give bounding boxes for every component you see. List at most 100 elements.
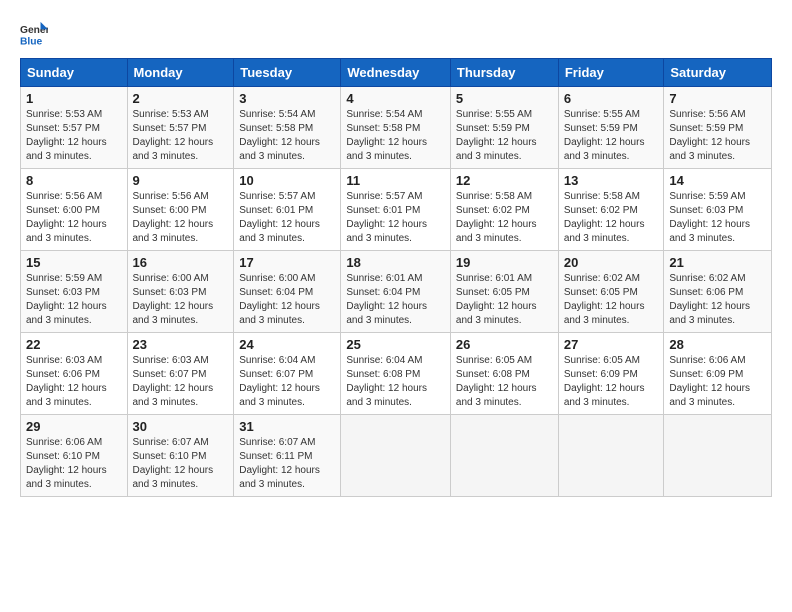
calendar-cell: 26Sunrise: 6:05 AM Sunset: 6:08 PM Dayli… [450, 333, 558, 415]
day-info: Sunrise: 6:01 AM Sunset: 6:05 PM Dayligh… [456, 272, 553, 328]
day-info: Sunrise: 5:59 AM Sunset: 6:03 PM Dayligh… [669, 190, 766, 246]
day-number: 19 [456, 255, 553, 270]
col-wednesday: Wednesday [341, 59, 451, 87]
calendar-cell: 20 Sunrise: 6:02 AM Sunset: 6:05 PM Dayli… [558, 251, 664, 333]
day-number: 25 [346, 337, 445, 352]
day-number: 17 [239, 255, 335, 270]
calendar-week-row: 1 Sunrise: 5:53 AM Sunset: 5:57 PM Daylig… [21, 87, 772, 169]
col-friday: Friday [558, 59, 664, 87]
day-number: 18 [346, 255, 445, 270]
day-number: 12 [456, 173, 553, 188]
day-number: 15 [26, 255, 122, 270]
day-info: Sunrise: 6:00 AM Sunset: 6:04 PM Dayligh… [239, 272, 335, 328]
calendar-cell: 30 Sunrise: 6:07 AM Sunset: 6:10 PM Dayli… [127, 415, 234, 497]
day-info: Sunrise: 5:54 AM Sunset: 5:58 PM Dayligh… [239, 108, 335, 164]
calendar-cell: 25 Sunrise: 6:04 AM Sunset: 6:08 PM Dayli… [341, 333, 451, 415]
day-info: Sunrise: 5:56 AM Sunset: 6:00 PM Dayligh… [133, 190, 229, 246]
calendar-cell: 9Sunrise: 5:56 AM Sunset: 6:00 PM Daylig… [127, 169, 234, 251]
calendar-week-row: 15 Sunrise: 5:59 AM Sunset: 6:03 PM Dayli… [21, 251, 772, 333]
calendar-cell: 4Sunrise: 5:54 AM Sunset: 5:58 PM Daylig… [341, 87, 451, 169]
svg-text:Blue: Blue [20, 36, 43, 47]
day-number: 23 [133, 337, 229, 352]
calendar-cell: 16 Sunrise: 6:00 AM Sunset: 6:03 PM Dayli… [127, 251, 234, 333]
calendar-cell: 13 Sunrise: 5:58 AM Sunset: 6:02 PM Dayli… [558, 169, 664, 251]
logo-icon: General Blue [20, 20, 48, 48]
calendar-cell: 17 Sunrise: 6:00 AM Sunset: 6:04 PM Dayli… [234, 251, 341, 333]
day-info: Sunrise: 6:03 AM Sunset: 6:07 PM Dayligh… [133, 354, 229, 410]
col-tuesday: Tuesday [234, 59, 341, 87]
day-info: Sunrise: 5:56 AM Sunset: 6:00 PM Dayligh… [26, 190, 122, 246]
day-number: 16 [133, 255, 229, 270]
day-info: Sunrise: 6:04 AM Sunset: 6:08 PM Dayligh… [346, 354, 445, 410]
day-number: 14 [669, 173, 766, 188]
calendar-cell: 6Sunrise: 5:55 AM Sunset: 5:59 PM Daylig… [558, 87, 664, 169]
day-info: Sunrise: 5:57 AM Sunset: 6:01 PM Dayligh… [239, 190, 335, 246]
day-info: Sunrise: 6:03 AM Sunset: 6:06 PM Dayligh… [26, 354, 122, 410]
page-header: General Blue [20, 20, 772, 48]
calendar-cell: 19 Sunrise: 6:01 AM Sunset: 6:05 PM Dayli… [450, 251, 558, 333]
calendar-cell: 21 Sunrise: 6:02 AM Sunset: 6:06 PM Dayli… [664, 251, 772, 333]
calendar-cell: 24 Sunrise: 6:04 AM Sunset: 6:07 PM Dayli… [234, 333, 341, 415]
day-number: 29 [26, 419, 122, 434]
day-number: 31 [239, 419, 335, 434]
calendar-cell: 15 Sunrise: 5:59 AM Sunset: 6:03 PM Dayli… [21, 251, 128, 333]
day-number: 11 [346, 173, 445, 188]
day-info: Sunrise: 6:01 AM Sunset: 6:04 PM Dayligh… [346, 272, 445, 328]
day-info: Sunrise: 6:07 AM Sunset: 6:10 PM Dayligh… [133, 436, 229, 492]
day-number: 21 [669, 255, 766, 270]
col-saturday: Saturday [664, 59, 772, 87]
calendar-week-row: 29Sunrise: 6:06 AM Sunset: 6:10 PM Dayli… [21, 415, 772, 497]
day-info: Sunrise: 5:59 AM Sunset: 6:03 PM Dayligh… [26, 272, 122, 328]
calendar-cell: 28 Sunrise: 6:06 AM Sunset: 6:09 PM Dayli… [664, 333, 772, 415]
calendar-cell: 7 Sunrise: 5:56 AM Sunset: 5:59 PM Daylig… [664, 87, 772, 169]
calendar-cell: 3Sunrise: 5:54 AM Sunset: 5:58 PM Daylig… [234, 87, 341, 169]
day-info: Sunrise: 6:02 AM Sunset: 6:06 PM Dayligh… [669, 272, 766, 328]
day-number: 30 [133, 419, 229, 434]
day-number: 1 [26, 91, 122, 106]
col-sunday: Sunday [21, 59, 128, 87]
day-info: Sunrise: 6:06 AM Sunset: 6:09 PM Dayligh… [669, 354, 766, 410]
day-number: 26 [456, 337, 553, 352]
day-number: 5 [456, 91, 553, 106]
day-info: Sunrise: 6:02 AM Sunset: 6:05 PM Dayligh… [564, 272, 659, 328]
day-number: 4 [346, 91, 445, 106]
calendar-cell: 12 Sunrise: 5:58 AM Sunset: 6:02 PM Dayli… [450, 169, 558, 251]
calendar-table: Sunday Monday Tuesday Wednesday Thursday… [20, 58, 772, 497]
calendar-cell: 31Sunrise: 6:07 AM Sunset: 6:11 PM Dayli… [234, 415, 341, 497]
calendar-cell: 8 Sunrise: 5:56 AM Sunset: 6:00 PM Daylig… [21, 169, 128, 251]
day-number: 27 [564, 337, 659, 352]
day-number: 28 [669, 337, 766, 352]
calendar-cell: 1Sunrise: 5:53 AM Sunset: 5:57 PM Daylig… [21, 87, 128, 169]
calendar-cell: 14 Sunrise: 5:59 AM Sunset: 6:03 PM Dayli… [664, 169, 772, 251]
col-thursday: Thursday [450, 59, 558, 87]
day-number: 2 [133, 91, 229, 106]
day-info: Sunrise: 5:55 AM Sunset: 5:59 PM Dayligh… [456, 108, 553, 164]
col-monday: Monday [127, 59, 234, 87]
day-number: 7 [669, 91, 766, 106]
day-info: Sunrise: 5:58 AM Sunset: 6:02 PM Dayligh… [456, 190, 553, 246]
day-number: 8 [26, 173, 122, 188]
day-info: Sunrise: 6:00 AM Sunset: 6:03 PM Dayligh… [133, 272, 229, 328]
calendar-cell [664, 415, 772, 497]
day-number: 13 [564, 173, 659, 188]
day-info: Sunrise: 5:58 AM Sunset: 6:02 PM Dayligh… [564, 190, 659, 246]
calendar-week-row: 8 Sunrise: 5:56 AM Sunset: 6:00 PM Daylig… [21, 169, 772, 251]
calendar-cell: 22Sunrise: 6:03 AM Sunset: 6:06 PM Dayli… [21, 333, 128, 415]
calendar-cell [450, 415, 558, 497]
day-number: 24 [239, 337, 335, 352]
calendar-cell [558, 415, 664, 497]
day-number: 6 [564, 91, 659, 106]
calendar-cell: 10 Sunrise: 5:57 AM Sunset: 6:01 PM Dayli… [234, 169, 341, 251]
day-info: Sunrise: 5:57 AM Sunset: 6:01 PM Dayligh… [346, 190, 445, 246]
day-info: Sunrise: 5:53 AM Sunset: 5:57 PM Dayligh… [133, 108, 229, 164]
calendar-cell: 29Sunrise: 6:06 AM Sunset: 6:10 PM Dayli… [21, 415, 128, 497]
calendar-header-row: Sunday Monday Tuesday Wednesday Thursday… [21, 59, 772, 87]
day-number: 10 [239, 173, 335, 188]
calendar-cell [341, 415, 451, 497]
calendar-cell: 18 Sunrise: 6:01 AM Sunset: 6:04 PM Dayli… [341, 251, 451, 333]
calendar-week-row: 22Sunrise: 6:03 AM Sunset: 6:06 PM Dayli… [21, 333, 772, 415]
day-info: Sunrise: 6:04 AM Sunset: 6:07 PM Dayligh… [239, 354, 335, 410]
day-info: Sunrise: 5:56 AM Sunset: 5:59 PM Dayligh… [669, 108, 766, 164]
logo: General Blue [20, 20, 48, 48]
day-number: 20 [564, 255, 659, 270]
